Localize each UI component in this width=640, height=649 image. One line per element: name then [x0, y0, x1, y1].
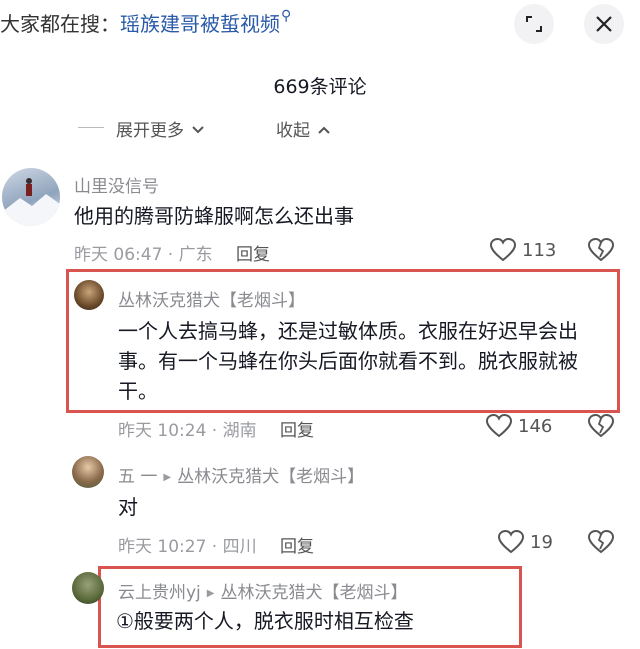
like-button[interactable]: 19: [498, 530, 553, 554]
dislike-button[interactable]: [587, 237, 615, 266]
comment-location: 四川: [222, 537, 257, 557]
heart-icon: [486, 414, 512, 438]
comment-location: 广东: [178, 245, 213, 265]
expand-icon: [526, 16, 542, 32]
reply-arrow-icon: ▶: [206, 588, 215, 599]
broken-heart-icon: [587, 237, 615, 262]
expand-more-label: 展开更多: [116, 121, 184, 141]
dislike-button[interactable]: [587, 529, 615, 558]
reply-username[interactable]: 五 一: [118, 467, 157, 487]
comment-username: 云上贵州yj ▶ 丛林沃克猎犬【老烟斗】: [118, 578, 408, 603]
reply-button[interactable]: 回复: [280, 537, 314, 557]
expand-more-button[interactable]: 展开更多: [116, 116, 205, 141]
comment-username: 五 一 ▶ 丛林沃克猎犬【老烟斗】: [118, 462, 364, 487]
close-button[interactable]: [584, 4, 624, 44]
comment-text: 一个人去搞马蜂，还是过敏体质。衣服在好迟早会出事。有一个马蜂在你头后面你就看不到…: [118, 319, 578, 403]
reply-to-username[interactable]: 丛林沃克猎犬【老烟斗】: [221, 583, 408, 603]
dislike-button[interactable]: [587, 413, 615, 442]
comment-username[interactable]: 丛林沃克猎犬【老烟斗】: [118, 286, 305, 311]
avatar[interactable]: [74, 280, 104, 310]
chevron-down-icon: [192, 126, 205, 134]
like-button[interactable]: 113: [490, 238, 556, 262]
like-button[interactable]: 146: [486, 414, 552, 438]
like-count: 19: [530, 531, 553, 553]
comment-time: 昨天 06:47: [74, 245, 163, 265]
comment-meta: 昨天 10:24 · 湖南 回复: [118, 421, 315, 441]
avatar[interactable]: [72, 572, 104, 604]
reply-username[interactable]: 云上贵州yj: [118, 583, 201, 603]
reply-button[interactable]: 回复: [280, 421, 314, 441]
comments-count-title: 669条评论: [273, 76, 367, 98]
like-count: 146: [518, 415, 553, 437]
comment-time: 昨天 10:27: [118, 537, 207, 557]
reply-button[interactable]: 回复: [236, 245, 270, 265]
avatar[interactable]: [2, 168, 60, 226]
chevron-up-icon: [318, 126, 331, 134]
comment-username[interactable]: 山里没信号: [74, 172, 159, 197]
reply-to-username[interactable]: 丛林沃克猎犬【老烟斗】: [177, 467, 364, 487]
avatar-image: [2, 178, 60, 226]
heart-icon: [490, 238, 516, 262]
avatar[interactable]: [72, 456, 104, 488]
comment-meta: 昨天 06:47 · 广东 回复: [74, 245, 271, 265]
search-suggestion[interactable]: 大家都在搜：瑶族建哥被蜇视频⚲: [0, 8, 291, 37]
reply-arrow-icon: ▶: [163, 472, 172, 483]
divider: [78, 127, 104, 128]
search-prefix-label: 大家都在搜：: [0, 12, 120, 36]
search-icon: ⚲: [281, 8, 292, 24]
comment-location: 湖南: [222, 421, 257, 441]
comment-text: 对: [118, 495, 138, 519]
close-icon: [596, 16, 612, 32]
collapse-button[interactable]: 收起: [276, 116, 331, 141]
broken-heart-icon: [587, 413, 615, 438]
broken-heart-icon: [587, 529, 615, 554]
search-term-link[interactable]: 瑶族建哥被蜇视频: [120, 12, 280, 36]
fullscreen-button[interactable]: [514, 4, 554, 44]
comment-text: ①般要两个人，脱衣服时相互检查: [116, 609, 414, 633]
comment-time: 昨天 10:24: [118, 421, 207, 441]
like-count: 113: [522, 239, 557, 261]
comment-meta: 昨天 10:27 · 四川 回复: [118, 537, 315, 557]
heart-icon: [498, 530, 524, 554]
collapse-label: 收起: [276, 121, 310, 141]
comment-text: 他用的腾哥防蜂服啊怎么还出事: [74, 204, 354, 228]
